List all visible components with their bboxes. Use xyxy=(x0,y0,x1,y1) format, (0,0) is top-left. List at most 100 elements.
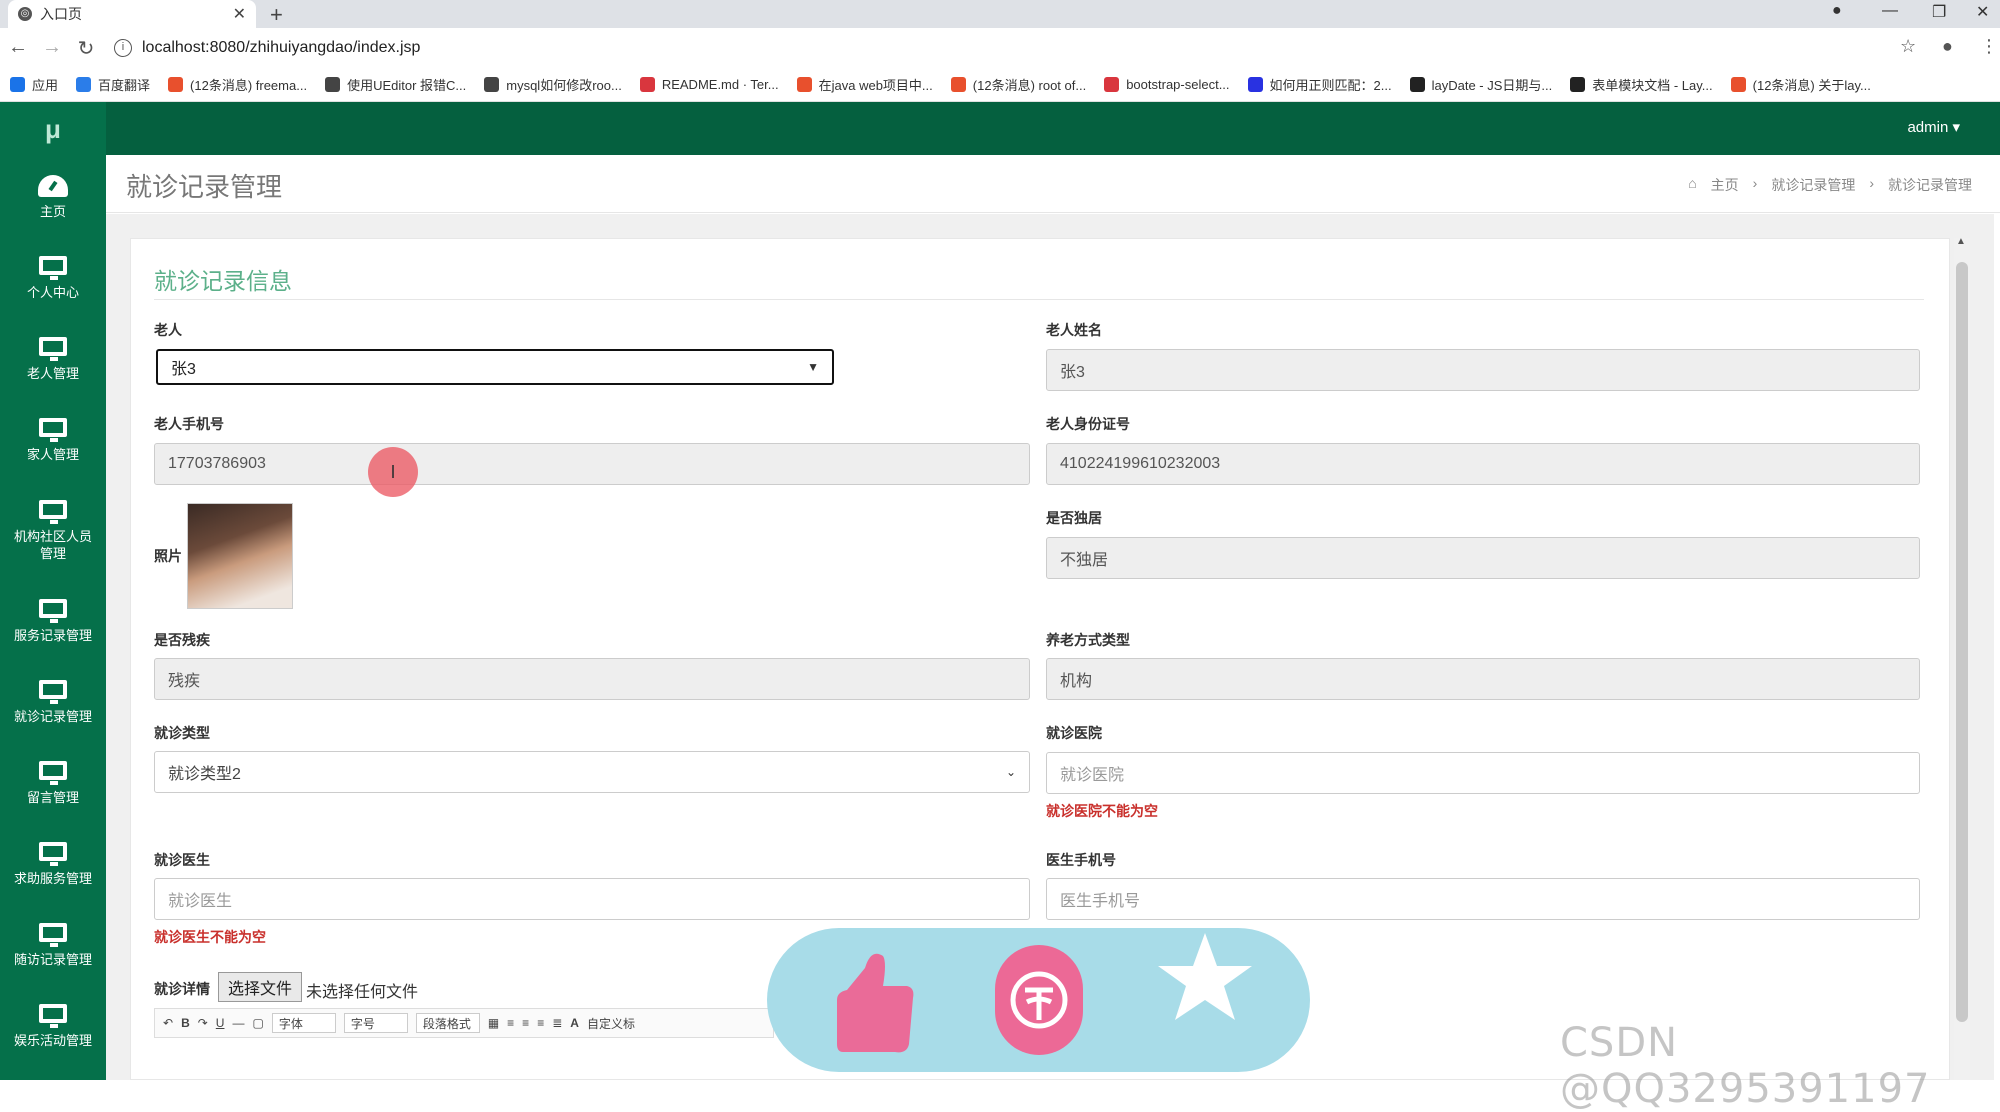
sidebar-item[interactable]: 个人中心 xyxy=(0,238,106,319)
doctor-phone-input[interactable]: 医生手机号 xyxy=(1046,878,1920,920)
bookmark-item[interactable]: bootstrap-select... xyxy=(1104,77,1230,92)
bookmark-favicon-icon xyxy=(1104,77,1120,92)
hospital-input[interactable]: 就诊医院 xyxy=(1046,752,1920,794)
sidebar-item[interactable]: 求助服务管理 xyxy=(0,824,106,905)
coin-icon[interactable] xyxy=(995,945,1083,1055)
profile-indicator-icon[interactable]: ● xyxy=(1832,2,1842,20)
align-center-icon[interactable]: ≡ xyxy=(522,1016,529,1030)
bookmark-item[interactable]: (12条消息) root of... xyxy=(950,75,1086,94)
font-color-icon[interactable]: A xyxy=(570,1016,579,1030)
disabled-field[interactable]: 残疾 xyxy=(154,658,1030,700)
menu-icon[interactable]: ⋮ xyxy=(1980,36,1998,57)
bookmark-label: mysql如何修改roo... xyxy=(506,78,622,93)
close-window-button[interactable]: ✕ xyxy=(1976,2,1989,22)
bookmark-item[interactable]: (12条消息) freema... xyxy=(168,75,307,94)
sidebar-item-label: 机构社区人员管理 xyxy=(13,529,92,561)
sidebar-item[interactable]: 服务记录管理 xyxy=(0,581,106,662)
monitor-icon xyxy=(38,1004,68,1028)
bookmark-item[interactable]: 百度翻译 xyxy=(76,75,150,94)
bookmark-item[interactable]: 在java web项目中... xyxy=(796,75,933,94)
tab-title: 入口页 xyxy=(40,6,82,22)
elder-name-field[interactable]: 张3 xyxy=(1046,349,1920,391)
hospital-label: 就诊医院 xyxy=(1046,725,1102,741)
forward-icon[interactable]: → xyxy=(36,36,68,59)
sidebar-item-label: 娱乐活动管理 xyxy=(13,1033,92,1048)
custom-title-label[interactable]: 自定义标 xyxy=(587,1015,635,1032)
restore-button[interactable]: ❐ xyxy=(1932,2,1946,22)
scroll-up-icon[interactable]: ▲ xyxy=(1956,236,1966,247)
idcard-label: 老人身份证号 xyxy=(1046,416,1130,432)
bookmark-item[interactable]: README.md · Ter... xyxy=(639,77,779,92)
size-select[interactable]: 字号 xyxy=(343,1013,408,1033)
bookmark-favicon-icon xyxy=(168,77,184,92)
address-bar: ← → ↻ i localhost:8080/zhihuiyangdao/ind… xyxy=(0,28,2000,68)
new-tab-button[interactable]: + xyxy=(270,2,283,28)
font-select[interactable]: 字体 xyxy=(271,1013,336,1033)
bookmark-favicon-icon xyxy=(639,77,655,92)
browser-tab[interactable]: ◎ 入口页 ✕ xyxy=(8,0,256,28)
scrollbar-thumb[interactable] xyxy=(1956,262,1968,1022)
undo-icon[interactable]: ↶ xyxy=(163,1016,173,1030)
reload-icon[interactable]: ↻ xyxy=(70,36,102,61)
bookmark-favicon-icon xyxy=(1409,77,1425,92)
bookmark-label: bootstrap-select... xyxy=(1126,77,1230,92)
sidebar-item[interactable]: 随访记录管理 xyxy=(0,905,106,986)
breadcrumb-home[interactable]: 主页 xyxy=(1711,175,1739,195)
bookmark-label: README.md · Ter... xyxy=(661,77,779,92)
bookmark-item[interactable]: layDate - JS日期与... xyxy=(1409,75,1552,94)
sidebar-item[interactable]: 就诊记录管理 xyxy=(0,662,106,743)
account-icon[interactable]: ● xyxy=(1942,36,1953,57)
idcard-field[interactable]: 410224199610232003 xyxy=(1046,443,1920,485)
bookmark-item[interactable]: 表单模块文档 - Lay... xyxy=(1570,75,1713,94)
url-field[interactable]: i localhost:8080/zhihuiyangdao/index.jsp xyxy=(114,33,1914,63)
care-type-field[interactable]: 机构 xyxy=(1046,658,1920,700)
sidebar-item[interactable]: 机构社区人员管理 xyxy=(0,481,106,581)
sidebar-item[interactable]: 家人管理 xyxy=(0,400,106,481)
justify-icon[interactable]: ≣ xyxy=(552,1016,562,1030)
redo-icon[interactable]: ↷ xyxy=(198,1016,208,1030)
underline-icon[interactable]: U xyxy=(216,1016,225,1030)
bookmark-item[interactable]: mysql如何修改roo... xyxy=(484,75,622,94)
elder-select[interactable]: 张3 ▼ xyxy=(156,349,834,385)
table-icon[interactable]: ▦ xyxy=(488,1016,499,1030)
doctor-phone-label: 医生手机号 xyxy=(1046,852,1116,868)
close-icon[interactable]: ✕ xyxy=(233,4,246,24)
sidebar-item[interactable]: 老人管理 xyxy=(0,319,106,400)
elder-name-label: 老人姓名 xyxy=(1046,322,1102,338)
breadcrumb-section[interactable]: 就诊记录管理 xyxy=(1771,175,1855,195)
paragraph-select[interactable]: 段落格式 xyxy=(415,1013,480,1033)
align-right-icon[interactable]: ≡ xyxy=(537,1016,544,1030)
app-logo: μ xyxy=(45,114,61,144)
visit-type-select[interactable]: 就诊类型2 ⌄ xyxy=(154,751,1030,793)
align-left-icon[interactable]: ≡ xyxy=(507,1016,514,1030)
monitor-icon xyxy=(38,418,68,442)
bold-icon[interactable]: B xyxy=(181,1016,190,1030)
sidebar-item[interactable]: 留言管理 xyxy=(0,743,106,824)
favorite-star-icon[interactable] xyxy=(1155,928,1255,1028)
user-menu[interactable]: admin ▾ xyxy=(1907,118,1960,136)
horizontal-rule-icon[interactable]: — xyxy=(232,1016,244,1030)
care-type-label: 养老方式类型 xyxy=(1046,632,1130,648)
info-icon[interactable]: i xyxy=(114,39,132,57)
minimize-button[interactable]: — xyxy=(1882,2,1898,20)
monitor-icon xyxy=(38,599,68,623)
home-icon: ⌂ xyxy=(1688,175,1697,191)
bookmark-star-icon[interactable]: ☆ xyxy=(1900,36,1916,57)
page-icon[interactable]: ▢ xyxy=(252,1016,263,1030)
doctor-input[interactable]: 就诊医生 xyxy=(154,878,1030,920)
choose-file-button[interactable]: 选择文件 xyxy=(218,972,302,1002)
bookmark-item[interactable]: 如何用正则匹配：2... xyxy=(1247,75,1392,94)
back-icon[interactable]: ← xyxy=(2,36,34,59)
phone-field[interactable]: 17703786903 xyxy=(154,443,1030,485)
bookmark-item[interactable]: 应用 xyxy=(10,75,58,94)
breadcrumb: ⌂ 主页 › 就诊记录管理 › 就诊记录管理 xyxy=(1688,175,1972,195)
breadcrumb-current: 就诊记录管理 xyxy=(1888,177,1972,193)
sidebar-item[interactable]: 主页 xyxy=(0,157,106,238)
sidebar-item[interactable]: 娱乐活动管理 xyxy=(0,986,106,1067)
bookmark-item[interactable]: 使用UEditor 报错C... xyxy=(325,75,466,94)
like-icon[interactable] xyxy=(835,948,915,1054)
bookmark-item[interactable]: (12条消息) 关于lay... xyxy=(1730,75,1871,94)
alone-field[interactable]: 不独居 xyxy=(1046,537,1920,579)
sidebar: μ 主页 个人中心 老人管理 家人管理机构社区人员管理服务记录管理 就诊记录管理 留言管理… xyxy=(0,102,106,1080)
browser-tab-bar: ◎ 入口页 ✕ + ● — ❐ ✕ xyxy=(0,0,2000,28)
